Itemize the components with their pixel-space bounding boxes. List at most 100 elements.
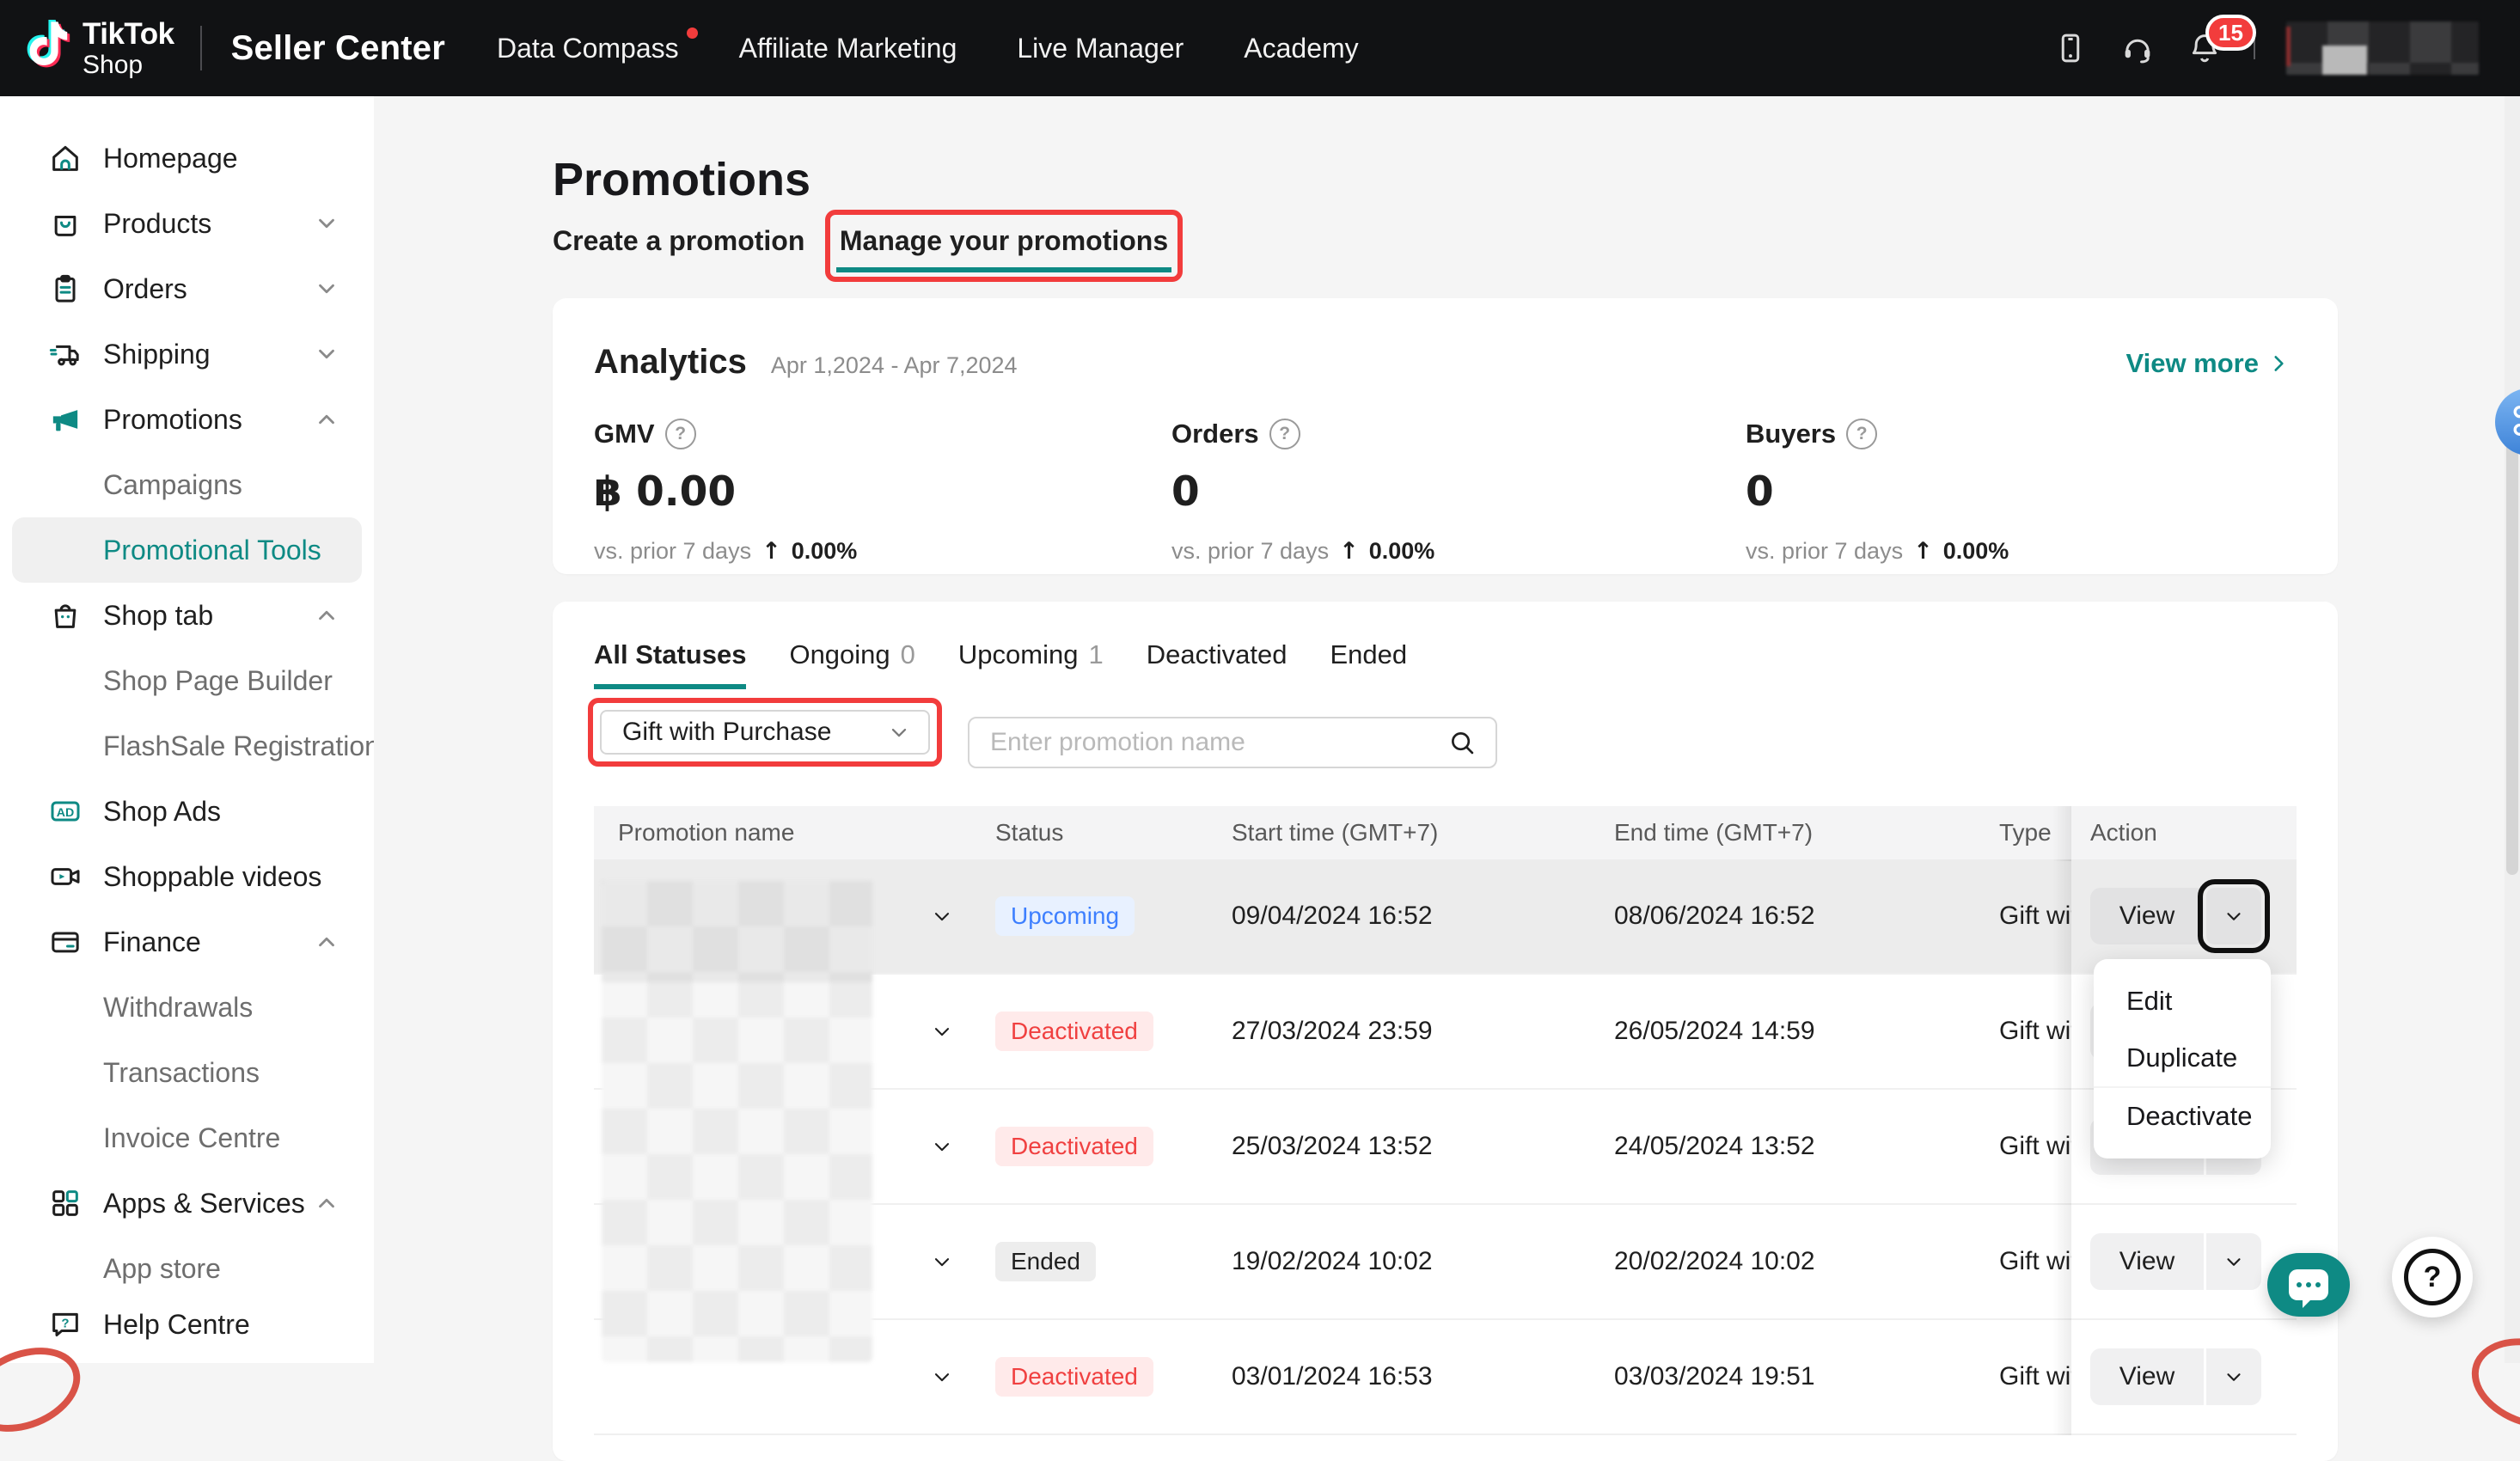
svg-text:?: ? bbox=[61, 1316, 69, 1330]
finance-card-icon bbox=[48, 925, 83, 959]
logo-line1: TikTok bbox=[83, 19, 174, 49]
view-button[interactable]: View bbox=[2090, 1233, 2204, 1290]
sidebar-item-label: Apps & Services bbox=[103, 1188, 305, 1220]
tiktok-shop-logo[interactable]: TikTok Shop bbox=[24, 19, 174, 78]
start-time-cell: 19/02/2024 10:02 bbox=[1208, 1205, 1590, 1318]
view-dropdown-button[interactable] bbox=[2206, 1233, 2261, 1290]
status-tab-label: Ongoing bbox=[789, 639, 890, 675]
blurred-promotion-names bbox=[602, 881, 872, 1362]
nav-link-affiliate-marketing[interactable]: Affiliate Marketing bbox=[739, 33, 957, 64]
sidebar-item-flashsale-registration[interactable]: FlashSale Registration bbox=[0, 713, 374, 779]
chevron-down-icon bbox=[2223, 905, 2245, 927]
nav-link-data-compass[interactable]: Data Compass bbox=[497, 33, 679, 64]
sidebar-item-withdrawals[interactable]: Withdrawals bbox=[0, 975, 374, 1040]
sidebar-item-invoice-centre[interactable]: Invoice Centre bbox=[0, 1105, 374, 1171]
nav-link-live-manager[interactable]: Live Manager bbox=[1017, 33, 1184, 64]
help-tooltip-icon[interactable]: ? bbox=[1846, 419, 1877, 449]
menu-item-deactivate[interactable]: Deactivate bbox=[2094, 1086, 2271, 1145]
sidebar-item-homepage[interactable]: Homepage bbox=[0, 125, 374, 191]
status-tab-ongoing[interactable]: Ongoing0 bbox=[789, 639, 914, 689]
start-time-cell: 03/01/2024 16:53 bbox=[1208, 1320, 1590, 1433]
expand-row-icon[interactable] bbox=[930, 1134, 954, 1158]
sidebar-item-label: App store bbox=[103, 1253, 221, 1285]
sidebar-item-label: Finance bbox=[103, 926, 201, 958]
expand-row-icon[interactable] bbox=[930, 1365, 954, 1389]
sidebar-item-orders[interactable]: Orders bbox=[0, 256, 374, 321]
menu-item-edit[interactable]: Edit bbox=[2094, 973, 2271, 1030]
status-tab-label: All Statuses bbox=[594, 639, 746, 670]
analytics-card: Analytics Apr 1,2024 - Apr 7,2024 View m… bbox=[553, 298, 2338, 574]
support-headset-icon[interactable] bbox=[2119, 30, 2156, 66]
help-button[interactable]: ? bbox=[2392, 1237, 2473, 1317]
sidebar-item-transactions[interactable]: Transactions bbox=[0, 1040, 374, 1105]
compare-delta: 0.00% bbox=[792, 538, 858, 565]
sidebar-item-promotions[interactable]: Promotions bbox=[0, 387, 374, 452]
chevron-up-icon bbox=[314, 602, 339, 628]
tab-create-promotion[interactable]: Create a promotion bbox=[553, 225, 804, 257]
status-tab-deactivated[interactable]: Deactivated bbox=[1147, 639, 1288, 689]
sidebar-item-label: Shoppable videos bbox=[103, 861, 321, 893]
status-badge: Deactivated bbox=[995, 1127, 1153, 1166]
sidebar-item-products[interactable]: Products bbox=[0, 191, 374, 256]
action-cell: View bbox=[2071, 1205, 2297, 1318]
view-button[interactable]: View bbox=[2090, 888, 2204, 944]
products-bag-icon bbox=[48, 206, 83, 241]
mobile-app-icon[interactable] bbox=[2052, 30, 2089, 66]
expand-row-icon[interactable] bbox=[930, 904, 954, 928]
page-scrollbar-thumb[interactable] bbox=[2506, 404, 2518, 875]
promotion-search-input[interactable]: Enter promotion name bbox=[968, 717, 1497, 768]
sidebar-item-label: Shop tab bbox=[103, 600, 213, 632]
column-header-action: Action bbox=[2071, 806, 2297, 859]
view-more-link[interactable]: View more bbox=[2125, 348, 2290, 379]
chevron-down-icon bbox=[2223, 1250, 2245, 1273]
chat-support-button[interactable] bbox=[2267, 1253, 2350, 1317]
table-header: Promotion name Status Start time (GMT+7)… bbox=[594, 806, 2297, 859]
menu-item-duplicate[interactable]: Duplicate bbox=[2094, 1030, 2271, 1086]
sidebar-item-label: Campaigns bbox=[103, 469, 242, 501]
sidebar-item-shop-tab[interactable]: Shop tab bbox=[0, 583, 374, 648]
annotation-arc-right bbox=[2460, 1323, 2520, 1444]
sidebar-item-apps-services[interactable]: Apps & Services bbox=[0, 1171, 374, 1236]
analytics-title: Analytics bbox=[594, 343, 747, 382]
expand-row-icon[interactable] bbox=[930, 1250, 954, 1274]
status-tab-ended[interactable]: Ended bbox=[1330, 639, 1407, 689]
status-badge: Ended bbox=[995, 1242, 1096, 1281]
up-arrow-icon: ↑ bbox=[1339, 538, 1359, 565]
sidebar-item-label: Orders bbox=[103, 273, 187, 305]
metric-orders: Orders ? 0 vs. prior 7 days ↑ 0.00% bbox=[1171, 419, 1434, 565]
promotion-type-select[interactable]: Gift with Purchase bbox=[600, 710, 930, 755]
tab-manage-your-promotions[interactable]: Manage your promotions bbox=[836, 215, 1171, 272]
help-tooltip-icon[interactable]: ? bbox=[665, 419, 696, 449]
chevron-up-icon bbox=[314, 929, 339, 955]
sidebar-item-promotional-tools[interactable]: Promotional Tools bbox=[12, 517, 362, 583]
annotation-box-manage-tab: Manage your promotions bbox=[825, 210, 1183, 282]
view-dropdown-button[interactable] bbox=[2206, 888, 2261, 944]
help-tooltip-icon[interactable]: ? bbox=[1269, 419, 1300, 449]
status-tab-upcoming[interactable]: Upcoming1 bbox=[958, 639, 1104, 689]
status-tab-all[interactable]: All Statuses bbox=[594, 639, 746, 689]
type-cell: Gift with Purchase bbox=[1975, 1205, 2071, 1318]
view-button[interactable]: View bbox=[2090, 1348, 2204, 1405]
selected-type: Gift with Purchase bbox=[622, 718, 831, 747]
video-camera-icon bbox=[48, 859, 83, 894]
nav-link-academy[interactable]: Academy bbox=[1244, 33, 1358, 64]
command-shortcut-icon[interactable]: ⌘ bbox=[2495, 388, 2520, 455]
seller-center-title[interactable]: Seller Center bbox=[231, 29, 445, 68]
sidebar-item-shop-page-builder[interactable]: Shop Page Builder bbox=[0, 648, 374, 713]
notifications-bell-icon[interactable]: 15 bbox=[2187, 30, 2223, 66]
sidebar-item-campaigns[interactable]: Campaigns bbox=[0, 452, 374, 517]
sidebar-item-shoppable-videos[interactable]: Shoppable videos bbox=[0, 844, 374, 909]
chevron-down-icon bbox=[314, 341, 339, 367]
status-badge: Deactivated bbox=[995, 1012, 1153, 1051]
sidebar-item-finance[interactable]: Finance bbox=[0, 909, 374, 975]
expand-row-icon[interactable] bbox=[930, 1019, 954, 1043]
shop-bag-icon bbox=[48, 598, 83, 633]
logo-line2: Shop bbox=[83, 52, 174, 78]
blurred-account-name[interactable] bbox=[2286, 21, 2479, 75]
sidebar-item-label: Shipping bbox=[103, 339, 211, 370]
home-icon bbox=[48, 141, 83, 175]
view-dropdown-button[interactable] bbox=[2206, 1348, 2261, 1405]
sidebar-item-shop-ads[interactable]: AD Shop Ads bbox=[0, 779, 374, 844]
metric-value: 0 bbox=[1171, 468, 1434, 516]
sidebar-item-shipping[interactable]: Shipping bbox=[0, 321, 374, 387]
